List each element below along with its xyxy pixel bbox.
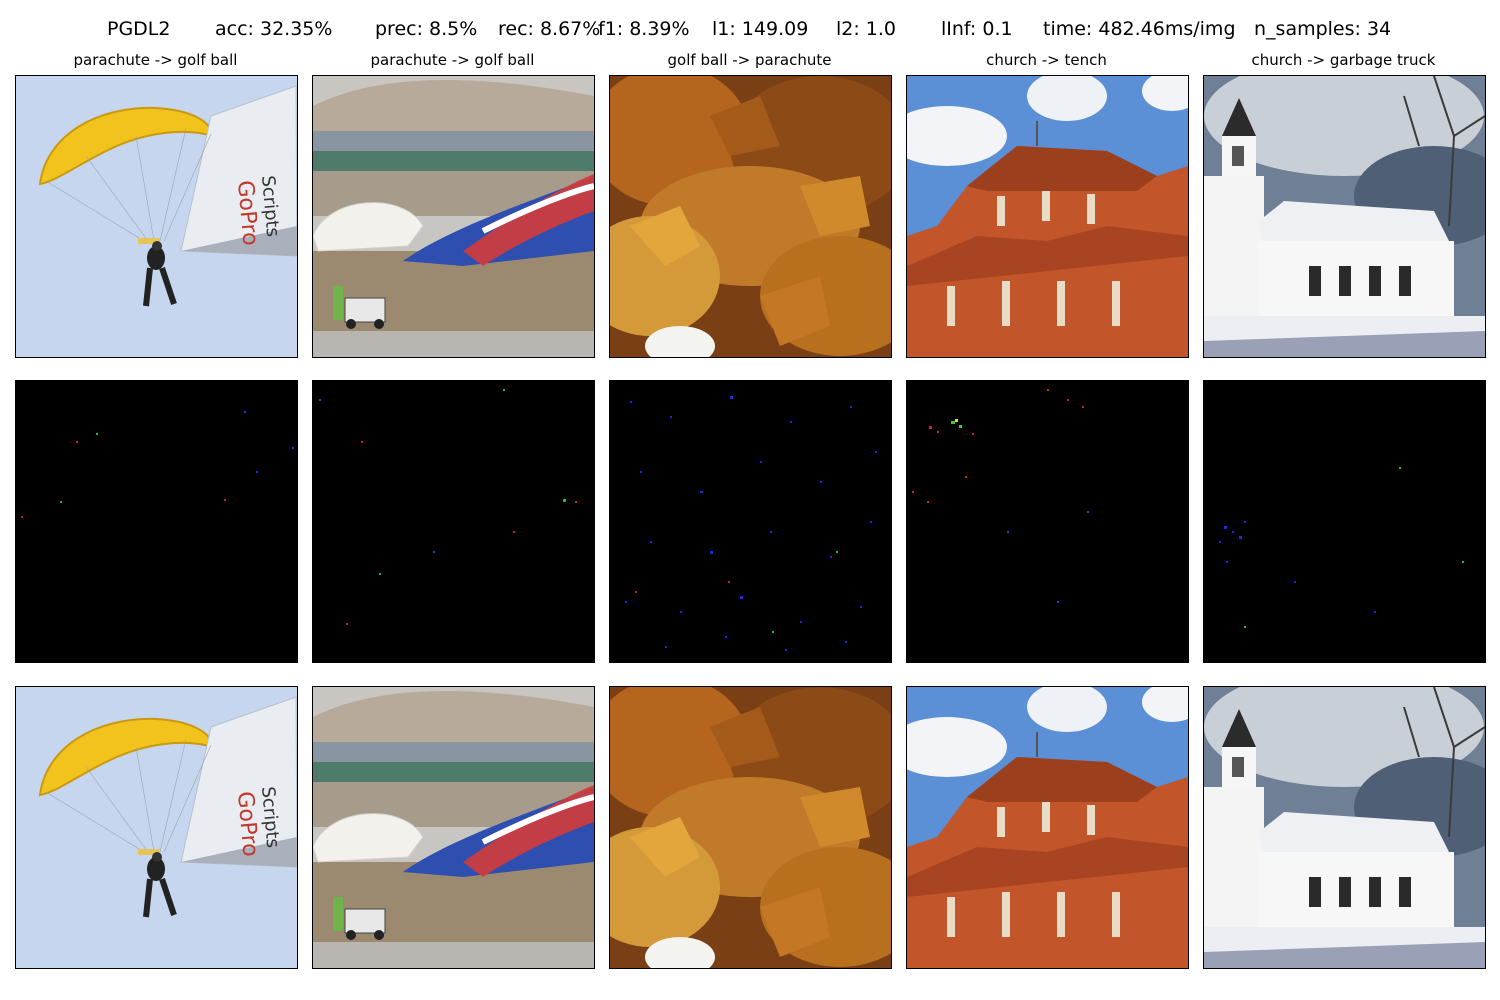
- adversarial-image-parachute: GoPro Scripts: [15, 686, 298, 969]
- metric-n-samples: n_samples: 34: [1254, 18, 1392, 40]
- metric-prec: prec: 8.5%: [375, 18, 478, 40]
- column-title: church -> tench: [986, 51, 1107, 69]
- perturbation-map-1: [15, 380, 298, 663]
- column-title: golf ball -> parachute: [667, 51, 832, 69]
- method-label: PGDL2: [107, 18, 171, 40]
- column-title: parachute -> golf ball: [73, 51, 238, 69]
- original-image-airfield: [312, 75, 595, 358]
- metric-l2: l2: 1.0: [836, 18, 897, 40]
- metric-linf: lInf: 0.1: [941, 18, 1013, 40]
- perturbation-map-4: [906, 380, 1189, 663]
- adversarial-image-church-white: [1203, 686, 1486, 969]
- figure-header: PGDL2 acc: 32.35% prec: 8.5% rec: 8.67% …: [0, 14, 1500, 44]
- perturbation-map-5: [1203, 380, 1486, 663]
- metric-time: time: 482.46ms/img: [1043, 18, 1236, 40]
- adversarial-image-leaves: [609, 686, 892, 969]
- column-title: church -> garbage truck: [1251, 51, 1436, 69]
- original-image-parachute: GoPro Scripts: [15, 75, 298, 358]
- perturbation-map-2: [312, 380, 595, 663]
- original-image-church-white: [1203, 75, 1486, 358]
- column-title: parachute -> golf ball: [370, 51, 535, 69]
- adversarial-image-airfield: [312, 686, 595, 969]
- metric-l1: l1: 149.09: [712, 18, 809, 40]
- original-image-church-brick: [906, 75, 1189, 358]
- perturbation-map-3: [609, 380, 892, 663]
- metric-acc: acc: 32.35%: [215, 18, 333, 40]
- metric-f1: f1: 8.39%: [598, 18, 690, 40]
- adversarial-image-church-brick: [906, 686, 1189, 969]
- original-image-leaves: [609, 75, 892, 358]
- metric-rec: rec: 8.67%: [498, 18, 601, 40]
